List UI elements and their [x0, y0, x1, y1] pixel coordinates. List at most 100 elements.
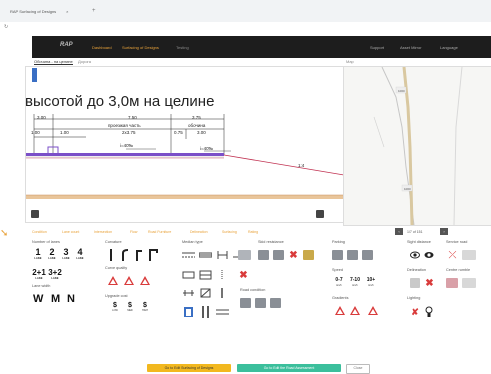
lanes-1-icon[interactable]: 1 LANE — [32, 248, 44, 261]
lanes-2-icon[interactable]: 2 LANE — [46, 248, 58, 261]
skid-poor-icon[interactable]: ✖ — [288, 250, 299, 261]
skid-sealed-icon[interactable] — [238, 250, 251, 260]
upgrade-cost-high[interactable]: $ HIGH — [140, 302, 150, 314]
lane-width-n[interactable]: N — [67, 293, 75, 305]
legend-flow[interactable]: Flow — [130, 230, 137, 234]
legend-lane-count[interactable]: Lane count — [62, 230, 79, 234]
map-panel[interactable]: 1000 1000 — [343, 66, 491, 226]
road-condition-poor-icon[interactable]: ✖ — [238, 270, 249, 281]
edit-road-assessment-button[interactable]: Go to Edit the Road Assessment — [237, 364, 341, 372]
fullscreen-button[interactable] — [31, 210, 39, 218]
tab-map[interactable]: Map — [346, 59, 354, 64]
lanes-3-icon[interactable]: 3 LANE — [60, 248, 72, 261]
edit-button[interactable] — [316, 210, 324, 218]
dim-3-00: 3.00 — [37, 115, 46, 120]
cross-section-drawing — [25, 66, 345, 223]
median-wide-icon[interactable] — [199, 270, 212, 280]
sight-limited-icon[interactable] — [410, 250, 420, 260]
curve-quality-poor-icon[interactable] — [124, 276, 134, 285]
map-marker-2[interactable]: 1000 — [404, 187, 411, 191]
nav-link-surfacing[interactable]: Surfacing of Designs — [122, 45, 159, 50]
nav-link-dashboard[interactable]: Dashboard — [92, 45, 112, 50]
nav-language[interactable]: Language — [440, 45, 458, 50]
parking-both-sides-icon[interactable] — [362, 250, 373, 260]
median-width-icon[interactable] — [216, 250, 229, 260]
median-grass-icon[interactable] — [216, 270, 229, 280]
browser-tab[interactable]: RAP Surfacing of Designs × — [10, 9, 69, 19]
nav-asset-mirror[interactable]: Asset Mirror — [400, 45, 422, 50]
address-bar[interactable] — [0, 22, 491, 36]
tab-road[interactable]: Дорога — [78, 59, 91, 64]
curve-quality-na-icon[interactable] — [140, 276, 150, 285]
legend-intersection[interactable]: Intersection — [94, 230, 112, 234]
curve-sharp-icon[interactable] — [134, 248, 144, 262]
median-overpass-icon[interactable] — [216, 306, 229, 318]
lanes-3-2-icon[interactable]: 3+2 LANE — [48, 268, 62, 280]
delineation-adequate-icon[interactable] — [410, 278, 420, 288]
lane-width-m[interactable]: M — [51, 293, 60, 305]
speed-0-7[interactable]: 0-7 km/h — [333, 277, 345, 289]
nav-link-testing[interactable]: Testing — [176, 45, 189, 50]
prev-page-button[interactable]: ‹ — [395, 228, 403, 235]
service-road-present-icon[interactable] — [462, 250, 476, 260]
speed-7-10[interactable]: 7-10 km/h — [349, 277, 361, 289]
page-info-icon[interactable]: ↻ — [4, 24, 8, 30]
skid-good-icon[interactable] — [258, 250, 269, 260]
lighting-present-icon[interactable] — [424, 306, 434, 318]
skid-unpaved-icon[interactable] — [303, 250, 314, 260]
median-bridge-icon[interactable] — [182, 306, 195, 318]
parking-one-side-icon[interactable] — [347, 250, 358, 260]
map-marker-1[interactable]: 1000 — [398, 89, 405, 93]
centre-rumble-present-icon[interactable] — [446, 278, 458, 288]
close-tab-icon[interactable]: × — [66, 9, 68, 14]
parking-none-icon[interactable] — [332, 250, 343, 260]
legend-condition[interactable]: Condition — [32, 230, 47, 234]
tab-cross-section[interactable]: Обочина - на целине — [34, 59, 73, 65]
curve-moderate-icon[interactable] — [120, 248, 130, 262]
curve-very-sharp-icon[interactable] — [148, 248, 158, 262]
sight-ok-icon[interactable] — [424, 250, 434, 260]
median-centreline-icon[interactable] — [182, 250, 195, 260]
road-condition-medium-icon[interactable] — [255, 298, 266, 308]
delineation-poor-icon[interactable]: ✖ — [424, 278, 435, 289]
legend-rating[interactable]: Rating — [248, 230, 258, 234]
dim-1-00-b: 1.00 — [60, 130, 69, 135]
centre-rumble-none-icon[interactable] — [462, 278, 476, 288]
slope-label-3: 1:4 — [298, 163, 305, 168]
new-tab-button[interactable]: + — [92, 8, 96, 14]
app-logo[interactable]: RAP — [60, 42, 73, 48]
lanes-4-icon[interactable]: 4 LANE — [74, 248, 86, 261]
group-title-gradients: Gradients — [332, 296, 349, 300]
next-page-button[interactable]: › — [440, 228, 448, 235]
median-rumble-icon[interactable] — [182, 288, 195, 298]
median-post-icon[interactable] — [216, 288, 229, 298]
upgrade-cost-low[interactable]: $ LOW — [110, 302, 120, 314]
curve-quality-good-icon[interactable] — [108, 276, 118, 285]
edit-surfacing-button[interactable]: Go to Edit Surfacing of Designs — [147, 364, 231, 372]
group-title-centre-rumble: Centre rumble — [446, 268, 471, 272]
gradient-low-icon[interactable] — [335, 306, 345, 315]
gradient-medium-icon[interactable] — [350, 306, 360, 315]
median-tunnel-icon[interactable] — [199, 306, 212, 318]
median-hatch-icon[interactable] — [199, 288, 212, 298]
nav-support[interactable]: Support — [370, 45, 384, 50]
road-condition-bad-icon[interactable] — [270, 298, 281, 308]
curve-straight-icon[interactable] — [106, 248, 116, 262]
upgrade-cost-med[interactable]: $ MED — [125, 302, 135, 314]
lane-width-w[interactable]: W — [33, 293, 43, 305]
gradient-high-icon[interactable] — [368, 306, 378, 315]
legend-surfacing[interactable]: Surfacing — [222, 230, 237, 234]
skid-medium-icon[interactable] — [273, 250, 284, 260]
lighting-none-icon[interactable]: ✘ — [410, 306, 420, 318]
legend-road-furniture[interactable]: Road Furniture — [148, 230, 171, 234]
group-title-delineation: Delineation — [407, 268, 426, 272]
legend-delineation[interactable]: Delineation — [190, 230, 208, 234]
speed-10-plus[interactable]: 10+ km/h — [365, 277, 377, 289]
zoom-control[interactable] — [32, 68, 37, 82]
close-button[interactable]: Close — [346, 364, 370, 374]
road-condition-good-icon[interactable] — [240, 298, 251, 308]
median-narrow-icon[interactable] — [182, 270, 195, 280]
median-barrier-icon[interactable] — [199, 250, 212, 260]
lanes-2-1-icon[interactable]: 2+1 LANE — [32, 268, 46, 280]
service-road-none-icon[interactable]: ⤫ — [446, 250, 459, 261]
